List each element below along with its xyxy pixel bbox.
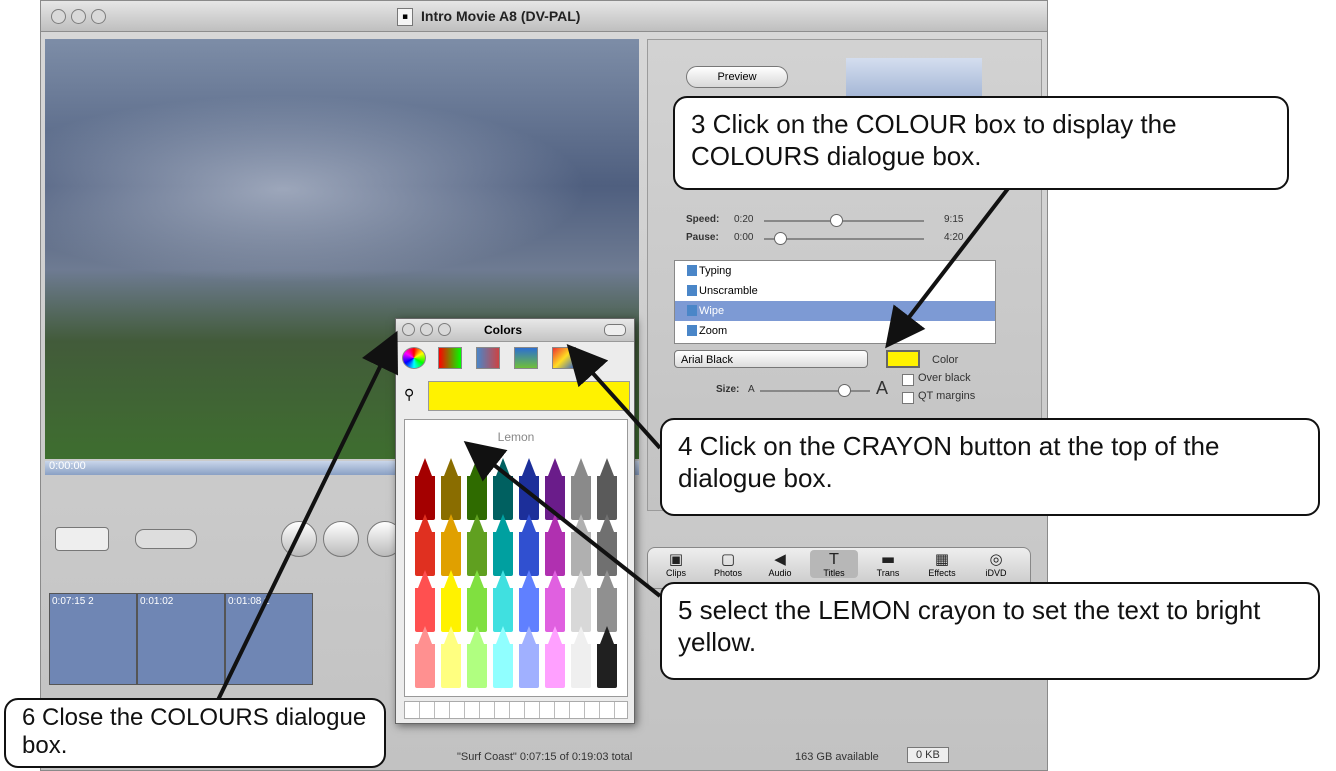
callout-step-5: 5 select the LEMON crayon to set the tex… — [660, 582, 1320, 680]
callout-step-3: 3 Click on the COLOUR box to display the… — [673, 96, 1289, 190]
arrow-to-lemon-crayon — [463, 441, 662, 598]
arrow-to-crayon-tab — [566, 344, 662, 450]
callout-step-4: 4 Click on the CRAYON button at the top … — [660, 418, 1320, 516]
arrow-to-close-button — [216, 330, 398, 701]
callout-step-6: 6 Close the COLOURS dialogue box. — [4, 698, 386, 768]
